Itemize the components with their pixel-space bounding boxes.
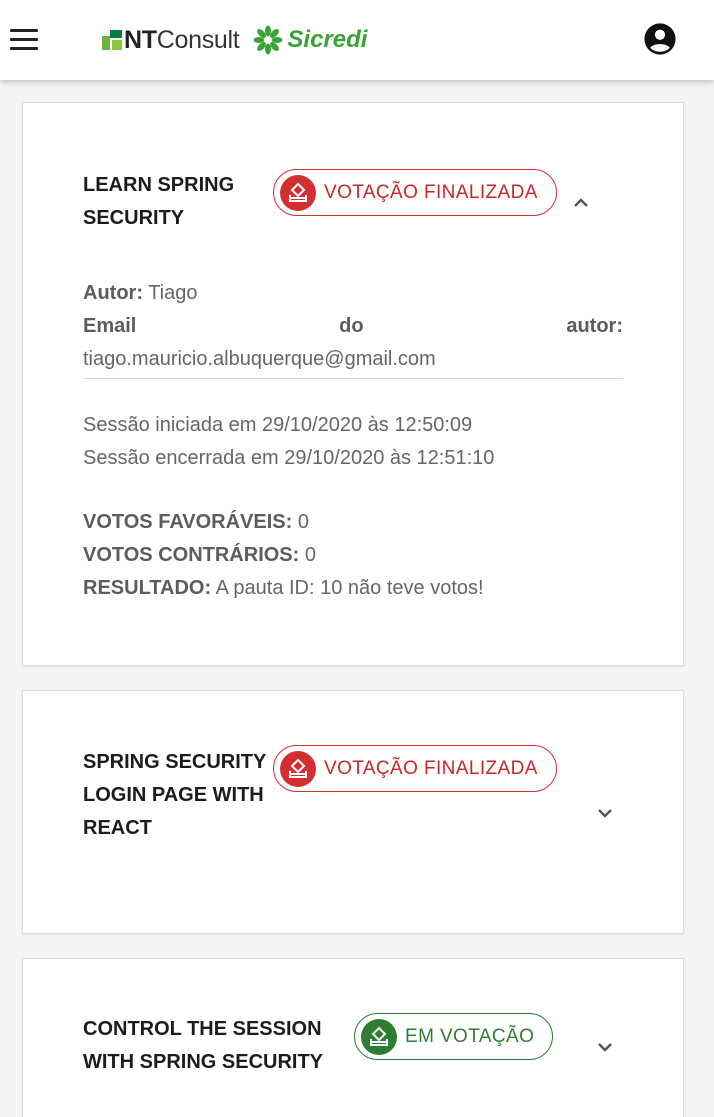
author-row: Autor: Tiago [83, 282, 198, 304]
author-info: Autor: Tiago Email do autor: tiago.maurici… [83, 277, 623, 376]
menu-icon-line [10, 28, 38, 32]
ballot-box-icon [361, 1018, 397, 1055]
chevron-down-icon [598, 809, 612, 818]
ntconsult-wordmark: NTConsult [124, 25, 240, 54]
ballot-box-icon [280, 750, 316, 787]
result-text: A pauta ID: 10 não teve votos! [215, 577, 484, 599]
author-email: tiago.mauricio.albuquerque@gmail.com [83, 348, 436, 370]
card-title: CONTROL THE SESSION WITH SPRING SECURITY [83, 1018, 324, 1073]
session-end: Sessão encerrada em 29/10/2020 às 12:51:… [83, 447, 495, 469]
author-name: Tiago [148, 282, 198, 304]
session-start: Sessão iniciada em 29/10/2020 às 12:50:0… [83, 414, 473, 436]
menu-icon-line [10, 37, 38, 41]
pauta-card: LEARN SPRING SECURITY VOTAÇÃO FINALIZADA… [22, 102, 684, 666]
divider [83, 378, 623, 379]
status-label: VOTAÇÃO FINALIZADA [324, 757, 538, 779]
pauta-card[interactable]: SPRING SECURITY LOGIN PAGE WITH REACT VO… [22, 690, 684, 934]
menu-icon[interactable] [10, 22, 46, 56]
card-title: SPRING SECURITY LOGIN PAGE WITH REACT [83, 751, 266, 839]
email-label-row: Email do autor: [83, 315, 623, 337]
status-label: EM VOTAÇÃO [405, 1025, 535, 1047]
status-label: VOTAÇÃO FINALIZADA [324, 181, 538, 203]
ntconsult-logo-icon [102, 30, 122, 50]
status-badge: VOTAÇÃO FINALIZADA [273, 745, 557, 792]
chevron-down-icon [598, 1043, 612, 1052]
card-title: LEARN SPRING SECURITY [83, 174, 235, 229]
status-badge: VOTAÇÃO FINALIZADA [273, 169, 557, 216]
expand-button[interactable] [589, 797, 621, 829]
session-info: Sessão iniciada em 29/10/2020 às 12:50:0… [83, 409, 623, 475]
brand-logo[interactable]: NTConsult Sicredi [102, 22, 367, 58]
votes-for-count: 0 [297, 511, 309, 533]
vote-results: VOTOS FAVORÁVEIS: 0 VOTOS CONTRÁRIOS: 0 … [83, 506, 623, 605]
ballot-box-icon [280, 174, 316, 211]
result-row: RESULTADO: A pauta ID: 10 não teve votos… [83, 577, 484, 599]
expand-button[interactable] [589, 1031, 621, 1063]
pauta-card[interactable]: CONTROL THE SESSION WITH SPRING SECURITY… [22, 958, 684, 1117]
sicredi-logo-icon [253, 25, 283, 55]
votes-against-row: VOTOS CONTRÁRIOS: 0 [83, 544, 316, 566]
menu-icon-line [10, 46, 38, 50]
collapse-button[interactable] [565, 187, 597, 219]
sicredi-wordmark: Sicredi [287, 26, 368, 53]
app-bar: NTConsult Sicredi [0, 0, 714, 80]
account-circle-icon[interactable] [643, 22, 677, 56]
votes-for-row: VOTOS FAVORÁVEIS: 0 [83, 511, 309, 533]
status-badge: EM VOTAÇÃO [354, 1013, 554, 1060]
chevron-up-icon [574, 198, 588, 207]
votes-against-count: 0 [304, 544, 316, 566]
